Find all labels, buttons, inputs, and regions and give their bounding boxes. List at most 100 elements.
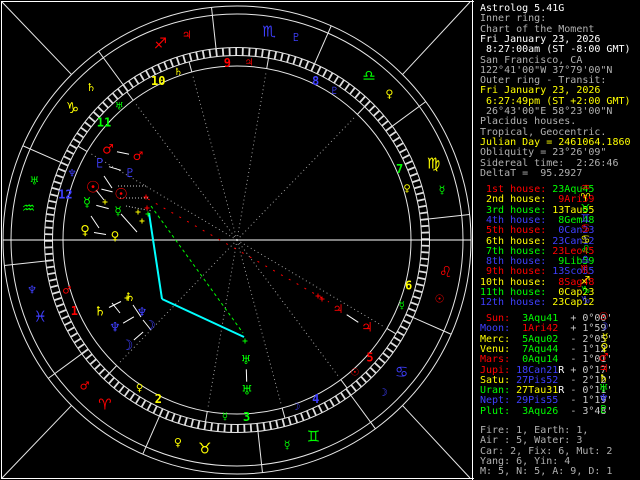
degree-tick: [152, 405, 158, 414]
sign-boundary: [211, 7, 217, 49]
degree-tick: [388, 130, 397, 137]
degree-tick: [117, 88, 124, 96]
degree-tick: [49, 193, 59, 198]
degree-tick: [407, 166, 416, 171]
degree-tick: [399, 325, 408, 331]
house-ruler-icon: ☉: [350, 367, 359, 378]
degree-tick: [70, 332, 79, 338]
corner-line: [1, 405, 72, 479]
uranus-inner-icon: ♅: [241, 353, 252, 367]
degree-tick: [418, 204, 427, 209]
degree-tick: [417, 198, 426, 202]
degree-tick: [188, 53, 193, 62]
degree-tick: [338, 79, 345, 88]
degree-tick: [77, 343, 86, 350]
degree-tick: [389, 341, 398, 348]
degree-tick: [53, 180, 62, 185]
house-number: 6: [405, 278, 412, 292]
degree-tick: [306, 410, 311, 419]
degree-tick: [93, 363, 102, 371]
degree-tick: [63, 155, 72, 161]
house-cusp-ray: [236, 239, 341, 379]
degree-tick: [201, 50, 206, 59]
chart-wheel[interactable]: ♈♂♉♀ ♊☿♋☽♌☉♍☿♎♀♏ ♇♐ ♃♑♄♒♅♓♆1♂2♀3☿4☽5☉6☿7♀8♇…: [0, 0, 474, 480]
aspect-line: [147, 198, 330, 303]
degree-tick: [72, 137, 81, 144]
venus-outer-icon: ♀: [80, 224, 90, 239]
sign-boundary: [314, 25, 332, 65]
sign-ruler-icon: ♀: [385, 88, 393, 101]
sign-ruler-icon: ☿: [439, 183, 446, 196]
degree-tick: [402, 319, 411, 325]
house-cusp-ray: [191, 73, 238, 241]
degree-tick: [223, 424, 226, 433]
degree-tick: [408, 307, 417, 313]
house-cusp-ray: [236, 70, 267, 241]
degree-tick: [344, 83, 351, 91]
degree-tick: [262, 422, 266, 431]
degree-tick: [402, 154, 411, 160]
degree-tick: [103, 372, 111, 380]
degree-tick: [345, 388, 352, 396]
house-cusp-tick: [77, 145, 88, 152]
house-cusp-tick: [266, 58, 270, 69]
gemini-sign-icon: ♊: [307, 428, 320, 446]
degree-tick: [354, 91, 361, 99]
degree-tick: [88, 116, 96, 123]
cancer-sign-icon: ♋: [395, 363, 408, 381]
degree-tick: [106, 96, 114, 105]
house-cusp-ray: [117, 239, 238, 365]
house-ruler-icon: ♃: [245, 57, 254, 68]
degree-tick: [275, 420, 279, 429]
degree-tick: [404, 160, 413, 166]
aspect-line: [150, 205, 244, 334]
planet-row: Plut: 3Aqu26 - 3°48' ♇: [480, 402, 613, 417]
degree-tick: [97, 106, 105, 114]
leo-sign-icon: ♌: [439, 263, 452, 281]
degree-tick: [157, 64, 163, 73]
degree-tick: [350, 384, 357, 392]
degree-tick: [381, 120, 389, 127]
uranus-outer-icon: ♅: [241, 384, 253, 399]
degree-tick: [411, 178, 421, 184]
house-ruler-icon: ☽: [291, 402, 300, 413]
degree-tick: [363, 100, 371, 108]
sagittarius-sign-icon: ♐: [154, 34, 167, 52]
degree-tick: [182, 54, 187, 64]
degree-tick: [316, 66, 322, 75]
sign-boundary: [142, 415, 160, 455]
degree-tick: [66, 149, 75, 155]
house-number: 11: [97, 115, 111, 129]
degree-tick: [76, 132, 85, 139]
degree-tick: [134, 396, 141, 405]
degree-tick: [287, 416, 292, 426]
degree-tick: [46, 265, 55, 269]
house-cusp-tick: [109, 365, 118, 374]
sign-ruler-icon: ☿: [284, 438, 291, 451]
house-number: 8: [312, 74, 319, 88]
degree-tick: [420, 257, 429, 261]
degree-tick: [415, 191, 424, 196]
sign-boundary: [391, 101, 427, 127]
degree-tick: [396, 330, 405, 337]
mercury-inner-icon: ☿: [114, 204, 121, 218]
degree-tick: [298, 58, 303, 67]
sign-ruler-icon: ☉: [435, 293, 445, 306]
pair-connector: [116, 151, 130, 155]
degree-tick: [48, 199, 57, 204]
mars-inner-icon: ♂: [133, 149, 144, 163]
glyph-pointer-stroke: [103, 175, 113, 189]
planet-icon: ♇: [598, 402, 609, 416]
degree-tick: [300, 412, 305, 421]
sign-ruler-icon: ♄: [86, 81, 96, 94]
degree-tick: [417, 276, 426, 281]
degree-tick: [409, 172, 418, 177]
corner-line: [1, 1, 72, 75]
degree-tick: [359, 95, 366, 103]
house-ruler-icon: ☿: [222, 412, 228, 423]
taurus-sign-icon: ♉: [198, 440, 211, 458]
degree-tick: [215, 48, 218, 57]
degree-tick: [51, 290, 61, 295]
degree-tick: [322, 69, 328, 78]
sign-ruler-icon: ♀: [174, 436, 182, 449]
